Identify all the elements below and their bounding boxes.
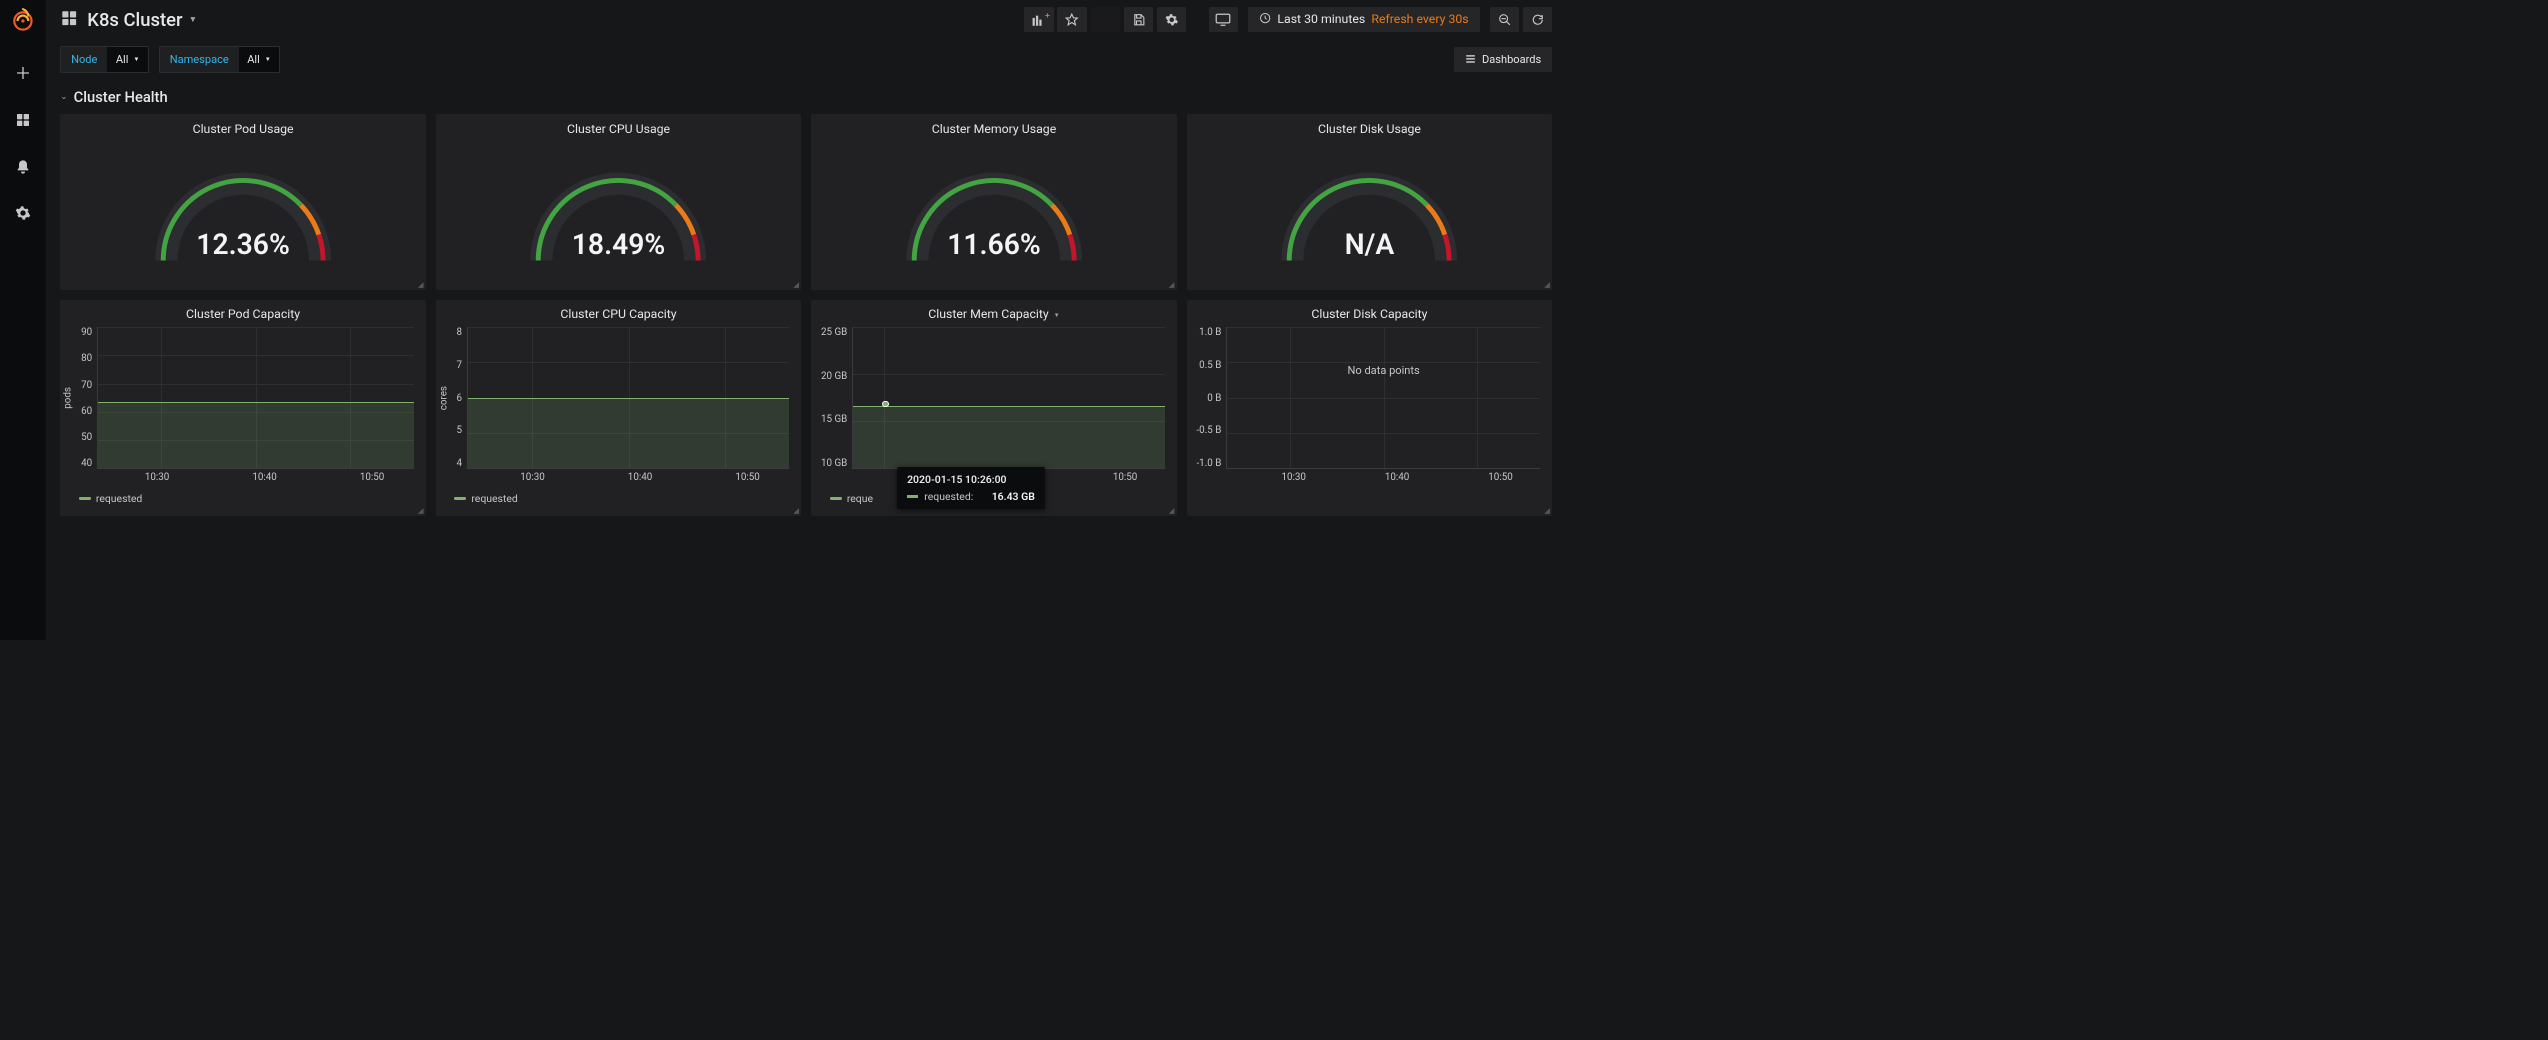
y-axis-label: cores xyxy=(436,386,452,410)
zoom-out-button[interactable] xyxy=(1490,7,1520,32)
variable-namespace-label: Namespace xyxy=(160,47,239,72)
no-data-text: No data points xyxy=(1227,364,1540,377)
x-ticks: 10:3010:4010:50 xyxy=(1187,469,1553,484)
chart-tooltip: 2020-01-15 10:26:00 requested: 16.43 GB xyxy=(897,467,1044,509)
toolbar: + xyxy=(1024,7,1186,32)
y-ticks: 1.0 B0.5 B0 B-0.5 B-1.0 B xyxy=(1187,327,1227,468)
gauge-value: 11.66% xyxy=(905,228,1083,261)
chevron-down-icon[interactable]: ▼ xyxy=(1054,311,1060,319)
save-button[interactable] xyxy=(1124,7,1154,32)
chevron-down-icon: ▼ xyxy=(265,55,271,63)
sidebar-nav xyxy=(0,0,46,640)
grafana-logo[interactable] xyxy=(10,7,36,36)
plot-area[interactable] xyxy=(467,327,789,468)
configuration-icon[interactable] xyxy=(13,203,33,223)
resize-handle[interactable]: ◢ xyxy=(418,506,424,515)
variable-namespace-value[interactable]: All ▼ xyxy=(239,47,280,72)
refresh-interval-text: Refresh every 30s xyxy=(1371,13,1468,27)
panel-title: Cluster Disk Capacity xyxy=(1187,305,1553,328)
time-range-text: Last 30 minutes xyxy=(1277,13,1365,27)
gauge-value: N/A xyxy=(1280,228,1458,261)
variable-node-label: Node xyxy=(61,47,107,72)
add-panel-button[interactable]: + xyxy=(1024,7,1054,32)
gauge-value: 18.49% xyxy=(529,228,707,261)
panel-title: Cluster Pod Usage xyxy=(60,119,426,142)
resize-handle[interactable]: ◢ xyxy=(1544,280,1550,289)
dashboard-title-text: K8s Cluster xyxy=(87,9,182,31)
panel-title: Cluster Memory Usage xyxy=(811,119,1177,142)
cycle-view-button[interactable] xyxy=(1209,7,1239,32)
panel-title: Cluster Pod Capacity xyxy=(60,305,426,328)
panel-memory-usage[interactable]: Cluster Memory Usage 11.66% ◢ xyxy=(811,114,1177,290)
chevron-down-icon: ⌄ xyxy=(60,92,67,102)
variable-node-value[interactable]: All ▼ xyxy=(107,47,148,72)
legend-swatch xyxy=(907,495,918,497)
section-header[interactable]: ⌄ Cluster Health xyxy=(46,88,1568,115)
chevron-down-icon: ▼ xyxy=(189,14,198,25)
dashboard-title[interactable]: K8s Cluster ▼ xyxy=(87,9,197,31)
gauge-memory: 11.66% xyxy=(905,156,1083,267)
topbar: K8s Cluster ▼ + xyxy=(46,0,1568,39)
resize-handle[interactable]: ◢ xyxy=(793,280,799,289)
legend-swatch xyxy=(454,497,466,499)
panel-cpu-capacity[interactable]: Cluster CPU Capacity cores 87654 10:3010… xyxy=(436,300,802,516)
resize-handle[interactable]: ◢ xyxy=(793,506,799,515)
resize-handle[interactable]: ◢ xyxy=(418,280,424,289)
chevron-down-icon: ▼ xyxy=(133,55,139,63)
plot-area[interactable] xyxy=(97,327,414,468)
gauge-disk: N/A xyxy=(1280,156,1458,267)
panel-pod-usage[interactable]: Cluster Pod Usage 12.36% ◢ xyxy=(60,114,426,290)
share-button[interactable] xyxy=(1091,7,1121,32)
variable-node[interactable]: Node All ▼ xyxy=(60,46,149,73)
hover-marker xyxy=(882,401,889,408)
plus-icon: + xyxy=(1045,10,1050,20)
alerting-icon[interactable] xyxy=(13,157,33,177)
resize-handle[interactable]: ◢ xyxy=(1169,506,1175,515)
gauge-value: 12.36% xyxy=(154,228,332,261)
section-title: Cluster Health xyxy=(74,88,168,106)
legend[interactable]: requested xyxy=(436,483,802,505)
dashboard-grid-icon[interactable] xyxy=(60,9,78,30)
x-ticks: 10:3010:4010:50 xyxy=(60,469,426,484)
panel-disk-usage[interactable]: Cluster Disk Usage N/A ◢ xyxy=(1187,114,1553,290)
y-axis-label: pods xyxy=(60,387,76,409)
panel-title: Cluster Disk Usage xyxy=(1187,119,1553,142)
refresh-button[interactable] xyxy=(1523,7,1553,32)
plot-area[interactable] xyxy=(852,327,1164,468)
clock-icon xyxy=(1259,12,1271,27)
create-icon[interactable] xyxy=(13,63,33,83)
panel-title: Cluster Mem Capacity ▼ xyxy=(811,305,1177,328)
settings-button[interactable] xyxy=(1157,7,1187,32)
panel-disk-capacity[interactable]: Cluster Disk Capacity 1.0 B0.5 B0 B-0.5 … xyxy=(1187,300,1553,516)
panel-title: Cluster CPU Capacity xyxy=(436,305,802,328)
time-range-picker[interactable]: Last 30 minutes Refresh every 30s xyxy=(1248,7,1480,32)
plot-area[interactable]: No data points xyxy=(1226,327,1540,468)
dashboards-link[interactable]: Dashboards xyxy=(1454,47,1553,72)
y-ticks: 908070605040 xyxy=(76,327,97,468)
resize-handle[interactable]: ◢ xyxy=(1169,280,1175,289)
dashboards-icon[interactable] xyxy=(13,110,33,130)
panel-pod-capacity[interactable]: Cluster Pod Capacity pods 908070605040 1… xyxy=(60,300,426,516)
panel-mem-capacity[interactable]: Cluster Mem Capacity ▼ 25 GB20 GB15 GB10… xyxy=(811,300,1177,516)
legend-swatch xyxy=(830,497,842,499)
variable-bar: Node All ▼ Namespace All ▼ Dashboards xyxy=(46,39,1568,87)
gauge-cpu: 18.49% xyxy=(529,156,707,267)
star-button[interactable] xyxy=(1057,7,1087,32)
y-ticks: 25 GB20 GB15 GB10 GB xyxy=(811,327,852,468)
panel-cpu-usage[interactable]: Cluster CPU Usage 18.49% ◢ xyxy=(436,114,802,290)
resize-handle[interactable]: ◢ xyxy=(1544,506,1550,515)
panel-title: Cluster CPU Usage xyxy=(436,119,802,142)
y-ticks: 87654 xyxy=(452,327,467,468)
legend-swatch xyxy=(79,497,91,499)
gauge-pod: 12.36% xyxy=(154,156,332,267)
variable-namespace[interactable]: Namespace All ▼ xyxy=(159,46,281,73)
legend[interactable]: requested xyxy=(60,483,426,505)
x-ticks: 10:3010:4010:50 xyxy=(436,469,802,484)
